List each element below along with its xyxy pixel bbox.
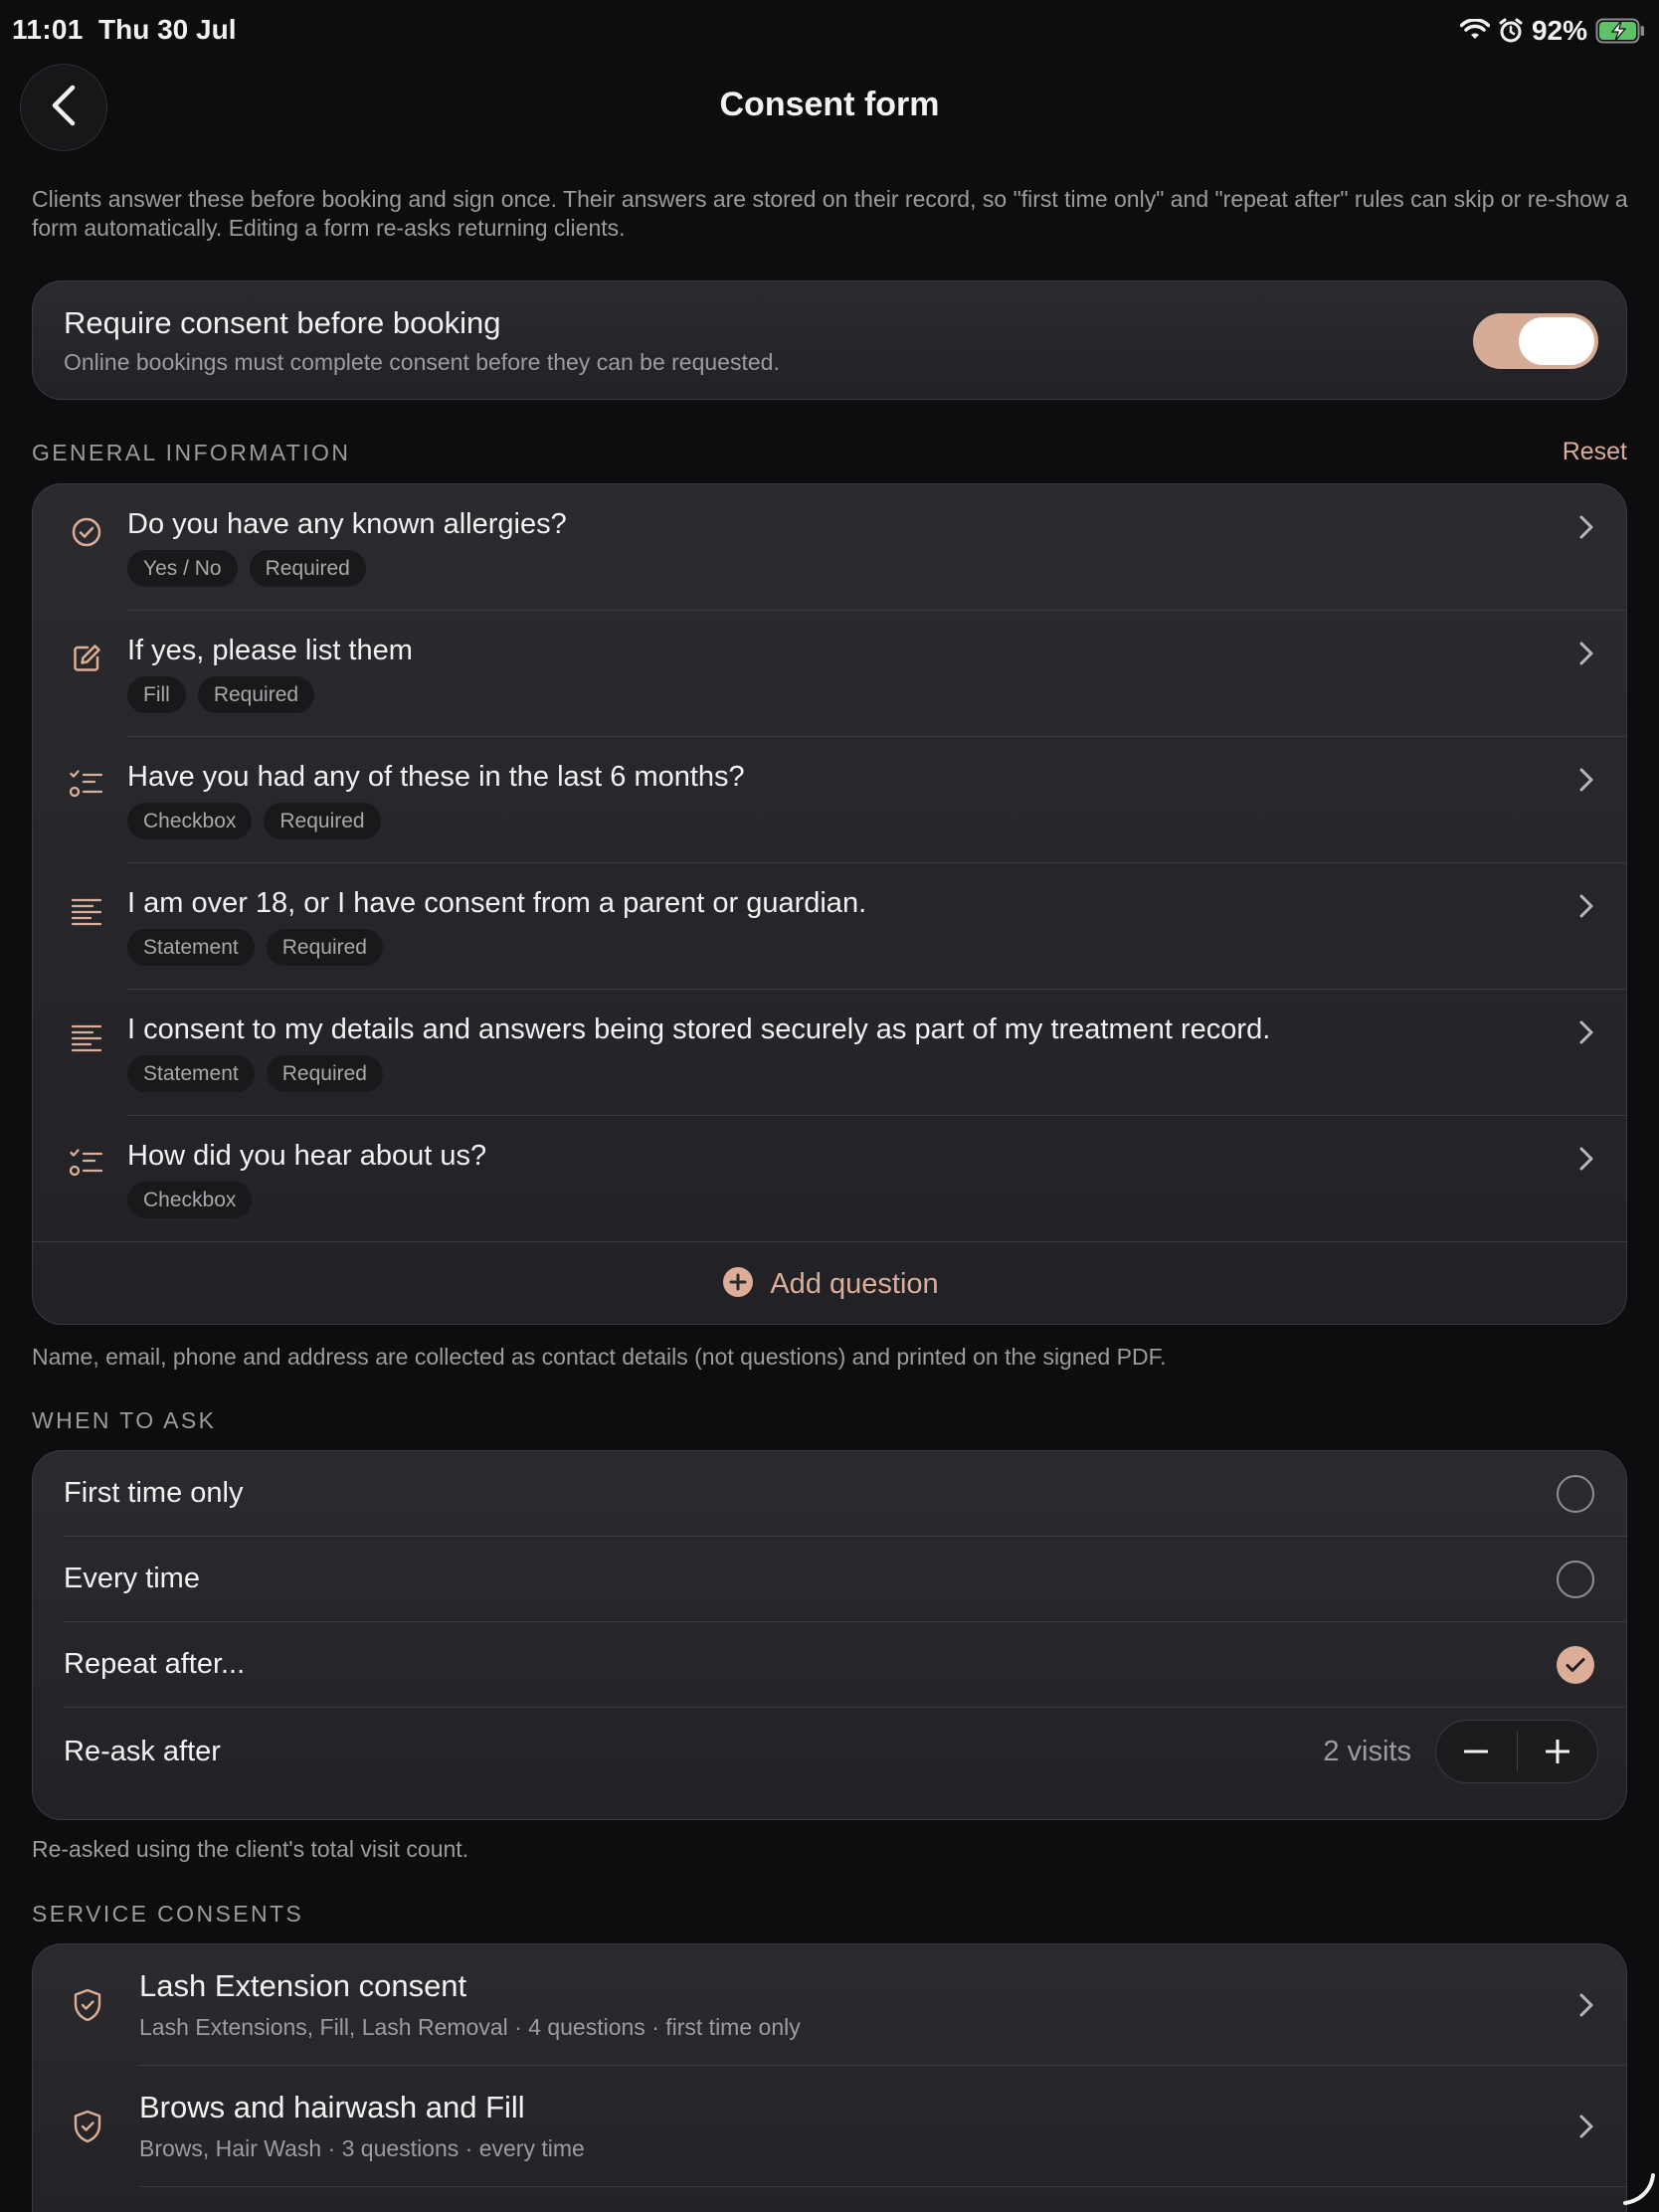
chevron-right-icon [1578, 893, 1594, 924]
service-consent-title: Lash Extension consent [139, 1968, 467, 2003]
edit-icon [67, 639, 106, 678]
checklist-icon [67, 765, 106, 805]
question-row[interactable]: I consent to my details and answers bein… [33, 990, 1626, 1116]
chevron-right-icon [1578, 1019, 1594, 1050]
radio-selected[interactable] [1557, 1646, 1594, 1684]
option-first-time-only[interactable]: First time only [33, 1451, 1626, 1537]
question-row[interactable]: Do you have any known allergies? Yes / N… [33, 484, 1626, 611]
require-consent-toggle[interactable] [1473, 313, 1598, 369]
chevron-right-icon [1578, 641, 1594, 671]
service-consents-header: SERVICE CONSENTS [32, 1901, 304, 1927]
status-indicators: 92% [1459, 14, 1645, 48]
questions-card: Do you have any known allergies? Yes / N… [32, 483, 1627, 1325]
plus-circle-icon [722, 1266, 754, 1303]
option-label: First time only [64, 1477, 244, 1509]
plus-icon [1545, 1740, 1569, 1763]
alarm-icon [1498, 18, 1524, 44]
reask-visits-value: 2 visits [1323, 1736, 1411, 1767]
chevron-right-icon [1578, 1146, 1594, 1177]
question-text: I am over 18, or I have consent from a p… [127, 887, 867, 919]
reask-after-label: Re-ask after [64, 1736, 221, 1767]
option-label: Every time [64, 1563, 200, 1594]
resize-corner-icon [1619, 2167, 1659, 2212]
service-consent-title: Brows and hairwash and Fill [139, 2090, 525, 2124]
reask-footnote: Re-asked using the client's total visit … [32, 1836, 469, 1862]
page-title: Consent form [719, 86, 940, 123]
visits-stepper [1435, 1720, 1598, 1783]
increment-button[interactable] [1518, 1720, 1598, 1783]
question-row[interactable]: If yes, please list them Fill Required [33, 611, 1626, 737]
question-text: Have you had any of these in the last 6 … [127, 761, 745, 793]
checkmark-icon [1566, 1658, 1585, 1672]
minus-icon [1464, 1750, 1489, 1753]
question-type-tag: Fill [127, 676, 186, 713]
status-time: 11:01 [12, 14, 84, 45]
reask-after-row: Re-ask after 2 visits [33, 1708, 1626, 1819]
question-type-tag: Checkbox [127, 1182, 253, 1218]
radio-unselected[interactable] [1557, 1561, 1594, 1598]
question-tags: Fill Required [127, 676, 315, 713]
service-consent-row[interactable]: Lash Extension consent Lash Extensions, … [33, 1944, 1626, 2066]
wifi-icon [1459, 19, 1490, 43]
service-consent-subtitle: Brows, Hair Wash · 3 questions · every t… [139, 2135, 585, 2161]
battery-percent: 92% [1531, 15, 1587, 46]
chevron-right-icon [1578, 1992, 1594, 2023]
option-every-time[interactable]: Every time [33, 1537, 1626, 1622]
consent-form-screen: 11:01 Thu 30 Jul 92% Consent form Client… [0, 0, 1659, 2212]
service-consent-row[interactable]: Brows and hairwash and Fill Brows, Hair … [33, 2066, 1626, 2187]
question-type-tag: Statement [127, 929, 255, 966]
required-tag: Required [197, 676, 315, 713]
option-repeat-after[interactable]: Repeat after... [33, 1622, 1626, 1708]
decrement-button[interactable] [1436, 1720, 1517, 1783]
question-tags: Yes / No Required [127, 550, 366, 587]
required-tag: Required [249, 550, 366, 587]
chevron-right-icon [1578, 514, 1594, 545]
question-tags: Statement Required [127, 1055, 383, 1092]
require-consent-card: Require consent before booking Online bo… [32, 280, 1627, 400]
chevron-right-icon [1578, 2114, 1594, 2144]
when-to-ask-card: First time only Every time Repeat after.… [32, 1450, 1627, 1820]
service-consent-subtitle: Lash Extensions, Fill, Lash Removal · 4 … [139, 2014, 801, 2040]
require-consent-title: Require consent before booking [64, 305, 501, 340]
toggle-knob [1519, 317, 1594, 365]
question-tags: Checkbox [127, 1182, 253, 1218]
question-tags: Checkbox Required [127, 803, 381, 839]
question-text: Do you have any known allergies? [127, 508, 567, 540]
require-consent-subtitle: Online bookings must complete consent be… [64, 349, 780, 375]
question-type-tag: Yes / No [127, 550, 238, 587]
radio-unselected[interactable] [1557, 1475, 1594, 1513]
checklist-icon [67, 1144, 106, 1184]
status-bar: 11:01 Thu 30 Jul 92% [0, 0, 1659, 60]
required-tag: Required [266, 929, 383, 966]
text-lines-icon [67, 1017, 106, 1057]
option-label: Repeat after... [64, 1648, 246, 1680]
battery-charging-icon [1595, 18, 1645, 44]
required-tag: Required [264, 803, 381, 839]
question-type-tag: Checkbox [127, 803, 253, 839]
question-text: I consent to my details and answers bein… [127, 1014, 1271, 1045]
contact-details-note: Name, email, phone and address are colle… [32, 1344, 1167, 1370]
question-row[interactable]: How did you hear about us? Checkbox [33, 1116, 1626, 1242]
general-information-header: GENERAL INFORMATION [32, 440, 351, 465]
chevron-right-icon [1578, 767, 1594, 798]
required-tag: Required [266, 1055, 383, 1092]
question-type-tag: Statement [127, 1055, 255, 1092]
question-text: How did you hear about us? [127, 1140, 487, 1172]
check-circle-icon [67, 512, 106, 552]
question-tags: Statement Required [127, 929, 383, 966]
status-date: Thu 30 Jul [98, 14, 237, 45]
question-text: If yes, please list them [127, 635, 413, 666]
when-to-ask-header: WHEN TO ASK [32, 1407, 217, 1433]
service-consents-card: Lash Extension consent Lash Extensions, … [32, 1943, 1627, 2212]
text-lines-icon [67, 891, 106, 931]
shield-check-icon [73, 1988, 102, 2027]
shield-check-icon [73, 2110, 102, 2148]
reset-button[interactable]: Reset [1563, 438, 1627, 466]
add-question-button[interactable]: Add question [33, 1242, 1626, 1324]
question-row[interactable]: I am over 18, or I have consent from a p… [33, 863, 1626, 990]
add-question-label: Add question [770, 1267, 939, 1300]
intro-text: Clients answer these before booking and … [32, 186, 1628, 241]
question-row[interactable]: Have you had any of these in the last 6 … [33, 737, 1626, 863]
